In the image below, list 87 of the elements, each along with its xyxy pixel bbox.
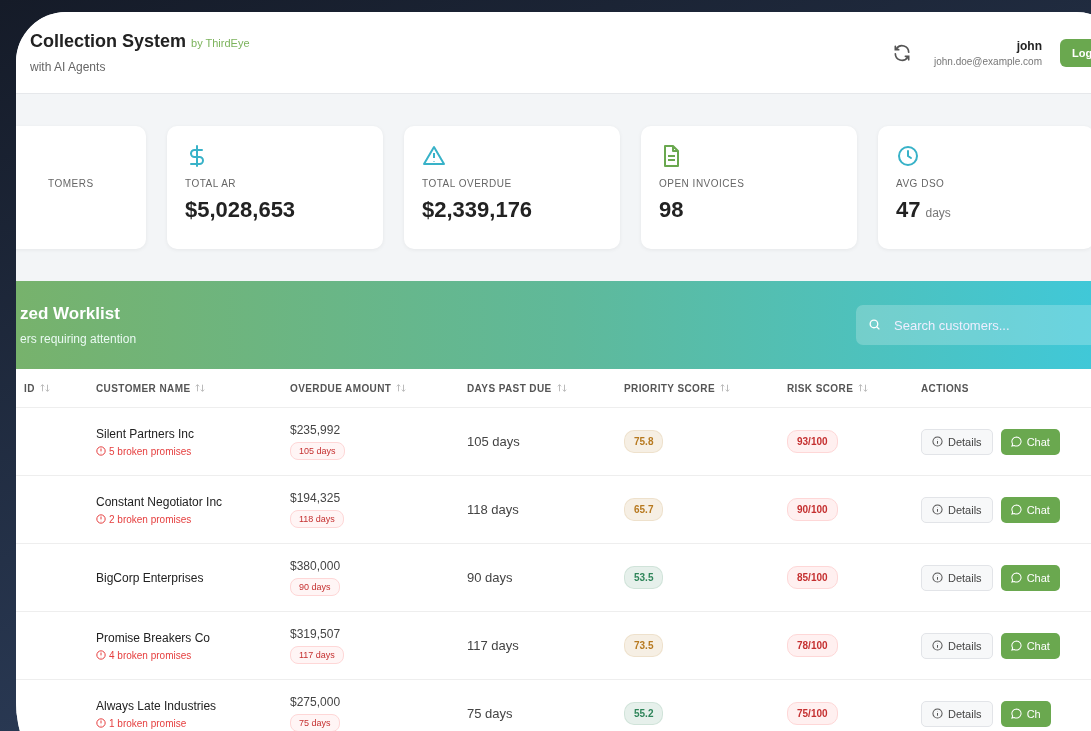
customer-name: Silent Partners Inc — [96, 426, 195, 441]
overdue-amount: $275,000 — [290, 695, 341, 709]
stat-label: AVG DSO — [896, 178, 946, 189]
alert-icon — [96, 718, 106, 728]
days-badge: 75 days — [290, 714, 340, 731]
stat-label: TOTAL AR — [185, 178, 238, 189]
risk-score-badge: 78/100 — [787, 634, 838, 657]
clock-icon — [896, 144, 920, 168]
priority-score-badge: 53.5 — [624, 566, 664, 589]
days-past-due: 117 days — [467, 638, 519, 653]
sort-icon[interactable] — [396, 383, 407, 393]
column-header[interactable]: ACTIONS — [921, 382, 969, 394]
info-icon — [932, 708, 943, 719]
priority-score-badge: 65.7 — [624, 498, 664, 521]
priority-score-badge: 55.2 — [624, 702, 664, 725]
risk-score-badge: 93/100 — [787, 430, 838, 453]
chat-bubble-icon — [1010, 436, 1022, 447]
chat-bubble-icon — [1010, 708, 1022, 719]
info-icon — [932, 640, 943, 651]
days-badge: 118 days — [290, 510, 344, 528]
info-icon — [932, 436, 943, 447]
stat-label: OPEN INVOICES — [659, 178, 746, 189]
days-past-due: 105 days — [467, 434, 520, 449]
app-title: Collection System — [30, 31, 187, 52]
brand-label: by ThirdEye — [191, 37, 250, 49]
sort-icon[interactable] — [556, 383, 567, 393]
alert-icon — [96, 650, 106, 660]
user-name: john — [1016, 38, 1042, 53]
stat-value: 98 — [659, 197, 684, 223]
chat-bubble-icon — [1010, 504, 1022, 515]
sort-icon[interactable] — [195, 383, 206, 393]
sort-icon[interactable] — [858, 383, 869, 393]
stat-value: $5,028,653 — [185, 197, 296, 223]
column-header[interactable]: RISK SCORE — [787, 382, 854, 394]
customer-name: Promise Breakers Co — [96, 630, 211, 645]
priority-score-badge: 73.5 — [624, 634, 664, 657]
priority-score-badge: 75.8 — [624, 430, 664, 453]
days-badge: 117 days — [290, 646, 344, 664]
details-button[interactable]: Details — [921, 632, 993, 659]
days-past-due: 90 days — [467, 570, 513, 585]
column-header[interactable]: PRIORITY SCORE — [624, 382, 715, 394]
details-button[interactable]: Details — [921, 496, 993, 523]
risk-score-badge: 85/100 — [787, 566, 838, 589]
details-button[interactable]: Details — [921, 700, 993, 727]
column-header[interactable]: CUSTOMER NAME — [96, 382, 191, 394]
worklist-title: zed Worklist — [20, 304, 121, 324]
details-button[interactable]: Details — [921, 564, 993, 591]
stat-value: $2,339,176 — [422, 197, 533, 223]
days-past-due: 118 days — [467, 502, 519, 517]
stat-unit: days — [925, 206, 951, 220]
days-badge: 90 days — [290, 578, 340, 596]
stat-label: TOTAL OVERDUE — [422, 178, 513, 189]
days-past-due: 75 days — [467, 706, 513, 721]
column-header[interactable]: OVERDUE AMOUNT — [290, 382, 392, 394]
broken-promises-note: 5 broken promises — [109, 445, 192, 457]
broken-promises-note: 1 broken promise — [109, 717, 187, 729]
refresh-icon[interactable] — [892, 42, 912, 63]
chat-bubble-icon — [1010, 640, 1022, 651]
broken-promises-note: 4 broken promises — [109, 649, 192, 661]
chat-bubble-icon — [1010, 572, 1022, 583]
search-icon — [868, 318, 881, 331]
alert-icon — [96, 514, 106, 524]
worklist-subtitle: ers requiring attention — [20, 332, 137, 346]
column-header[interactable]: DAYS PAST DUE — [467, 382, 552, 394]
days-badge: 105 days — [290, 442, 345, 460]
overdue-amount: $235,992 — [290, 423, 341, 437]
overdue-amount: $380,000 — [290, 559, 341, 573]
app-subtitle: with AI Agents — [30, 60, 107, 74]
customer-name: BigCorp Enterprises — [96, 570, 204, 585]
customer-name: Always Late Industries — [96, 698, 217, 713]
sort-icon[interactable] — [39, 383, 50, 393]
user-email: john.doe@example.com — [934, 55, 1042, 67]
broken-promises-note: 2 broken promises — [109, 513, 192, 525]
alert-icon — [96, 446, 106, 456]
warning-icon — [422, 144, 446, 168]
stat-label: TOMERS — [48, 178, 95, 189]
overdue-amount: $319,507 — [290, 627, 341, 641]
risk-score-badge: 75/100 — [787, 702, 838, 725]
sort-icon[interactable] — [720, 383, 730, 393]
risk-score-badge: 90/100 — [787, 498, 838, 521]
info-icon — [932, 504, 943, 515]
customer-name: Constant Negotiator Inc — [96, 494, 223, 509]
info-icon — [932, 572, 943, 583]
details-button[interactable]: Details — [921, 428, 993, 455]
column-header[interactable]: ID — [24, 382, 35, 394]
overdue-amount: $194,325 — [290, 491, 341, 505]
stat-value: 47 — [896, 197, 921, 223]
